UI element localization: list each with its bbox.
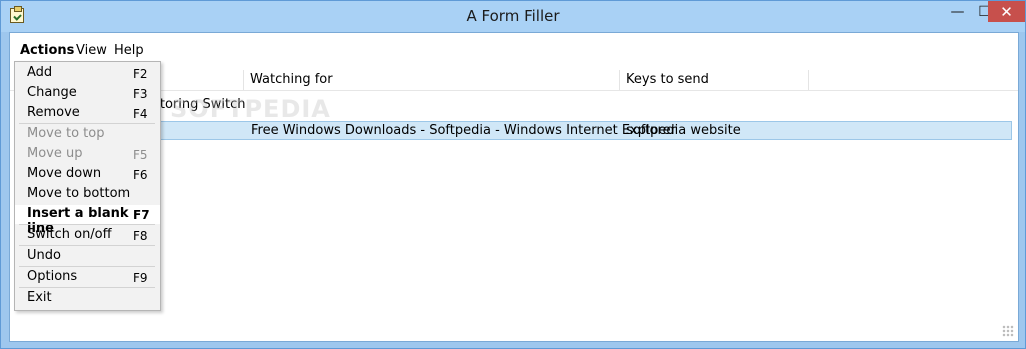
- menu-item-label: Switch on/off: [27, 227, 112, 242]
- menu-item-label: Undo: [27, 248, 61, 263]
- shortcut-label: F7: [133, 208, 150, 222]
- menu-view[interactable]: View: [76, 43, 107, 58]
- shortcut-label: F3: [133, 87, 148, 101]
- menu-separator: [19, 266, 155, 267]
- actions-dropdown-menu: Add F2 Change F3 Remove F4 Move to top M…: [14, 61, 161, 311]
- menu-item-move-down[interactable]: Move down F6: [15, 165, 160, 184]
- window-title: A Form Filler: [466, 7, 560, 25]
- cell-watching-for: Free Windows Downloads - Softpedia - Win…: [251, 123, 676, 138]
- shortcut-label: F4: [133, 107, 148, 121]
- menu-item-label: Options: [27, 269, 78, 284]
- menu-item-label: Move up: [27, 146, 83, 161]
- list-item-group[interactable]: nitoring Switch: [10, 97, 1018, 115]
- menu-item-exit[interactable]: Exit: [15, 289, 160, 308]
- menu-item-move-to-bottom[interactable]: Move to bottom: [15, 185, 160, 204]
- title-bar[interactable]: A Form Filler — ☐ ✕: [1, 1, 1025, 32]
- column-header-watching-for[interactable]: Watching for: [243, 70, 619, 90]
- table-row[interactable]: Free Windows Downloads - Softpedia - Win…: [15, 121, 1012, 140]
- menu-item-options[interactable]: Options F9: [15, 268, 160, 287]
- menu-separator: [19, 224, 155, 225]
- menu-item-label: Exit: [27, 290, 52, 305]
- shortcut-label: F2: [133, 67, 148, 81]
- menu-item-move-up[interactable]: Move up F5: [15, 145, 160, 164]
- menu-item-remove[interactable]: Remove F4: [15, 104, 160, 123]
- menu-item-add[interactable]: Add F2: [15, 64, 160, 83]
- menu-actions[interactable]: Actions: [20, 43, 74, 58]
- shortcut-label: F9: [133, 271, 148, 285]
- menu-help[interactable]: Help: [114, 43, 144, 58]
- menu-item-switch-on-off[interactable]: Switch on/off F8: [15, 226, 160, 245]
- column-header-empty[interactable]: [808, 70, 1018, 90]
- menu-separator: [19, 287, 155, 288]
- menu-item-label: Add: [27, 65, 53, 80]
- menu-item-move-to-top[interactable]: Move to top: [15, 125, 160, 144]
- resize-grip[interactable]: [1002, 325, 1014, 337]
- list-header: Watching for Keys to send: [10, 70, 1018, 91]
- menu-item-label: Move down: [27, 166, 102, 181]
- menu-item-change[interactable]: Change F3: [15, 84, 160, 103]
- shortcut-label: F6: [133, 168, 148, 182]
- menu-item-insert-blank-line[interactable]: Insert a blank line F7: [15, 205, 160, 236]
- minimize-button[interactable]: —: [944, 1, 971, 22]
- menu-separator: [19, 123, 155, 124]
- close-button[interactable]: ✕: [988, 1, 1025, 22]
- menu-item-label: Change: [27, 85, 77, 100]
- column-header-keys-to-send[interactable]: Keys to send: [619, 70, 808, 90]
- menu-bar: Actions View Help: [10, 33, 1018, 68]
- watermark: SOFTPEDIA: [170, 95, 331, 123]
- shortcut-label: F8: [133, 229, 148, 243]
- menu-item-label: Move to bottom: [27, 186, 131, 201]
- shortcut-label: F5: [133, 148, 148, 162]
- menu-separator: [19, 245, 155, 246]
- menu-item-undo[interactable]: Undo: [15, 247, 160, 266]
- menu-item-label: Remove: [27, 105, 80, 120]
- cell-keys-to-send: softpedia website: [626, 123, 741, 138]
- menu-item-label: Move to top: [27, 126, 105, 141]
